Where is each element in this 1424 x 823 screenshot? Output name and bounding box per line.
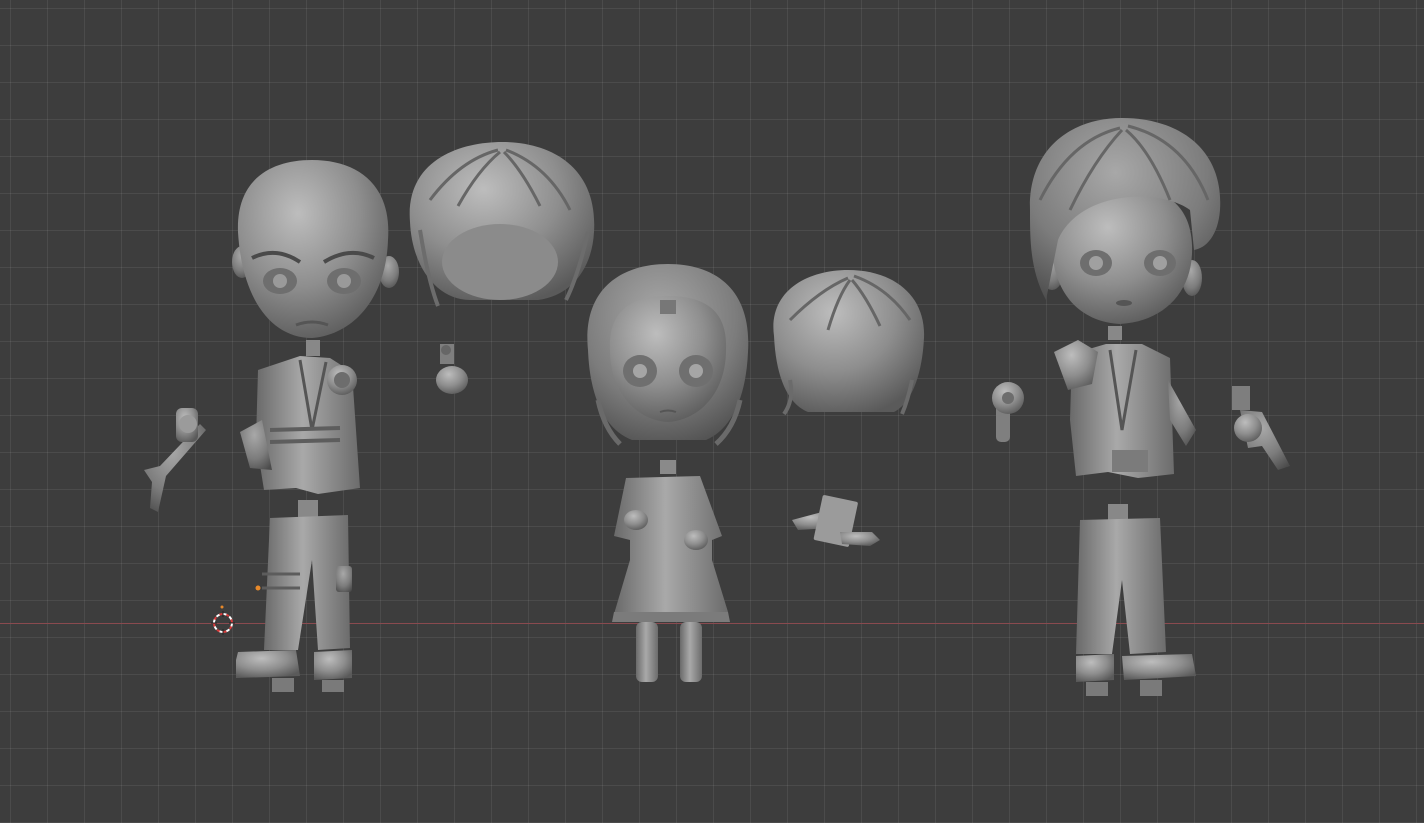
hair-messy[interactable]: [773, 270, 925, 416]
girl-head[interactable]: [587, 264, 749, 446]
jacket-torso-right[interactable]: [1054, 340, 1196, 478]
wavy-hair-head[interactable]: [1029, 118, 1221, 340]
axe-hand[interactable]: [144, 408, 206, 512]
bald-head[interactable]: [232, 160, 399, 356]
3d-cursor-icon[interactable]: [211, 611, 235, 635]
gun-hand-right[interactable]: [1232, 386, 1290, 470]
hands-holding-card[interactable]: [792, 495, 880, 547]
origin-point: [220, 605, 224, 609]
fist-hand[interactable]: [992, 382, 1024, 442]
girl-dress[interactable]: [612, 460, 730, 682]
pants-right[interactable]: [1076, 504, 1196, 696]
hair-swept[interactable]: [409, 142, 595, 307]
3d-viewport[interactable]: [0, 0, 1424, 823]
scene-canvas[interactable]: [0, 0, 1424, 823]
jacket-torso-left[interactable]: [240, 356, 360, 494]
pants-left[interactable]: [236, 500, 352, 692]
gun-hand-small[interactable]: [436, 344, 468, 394]
origin-point: [255, 585, 261, 591]
